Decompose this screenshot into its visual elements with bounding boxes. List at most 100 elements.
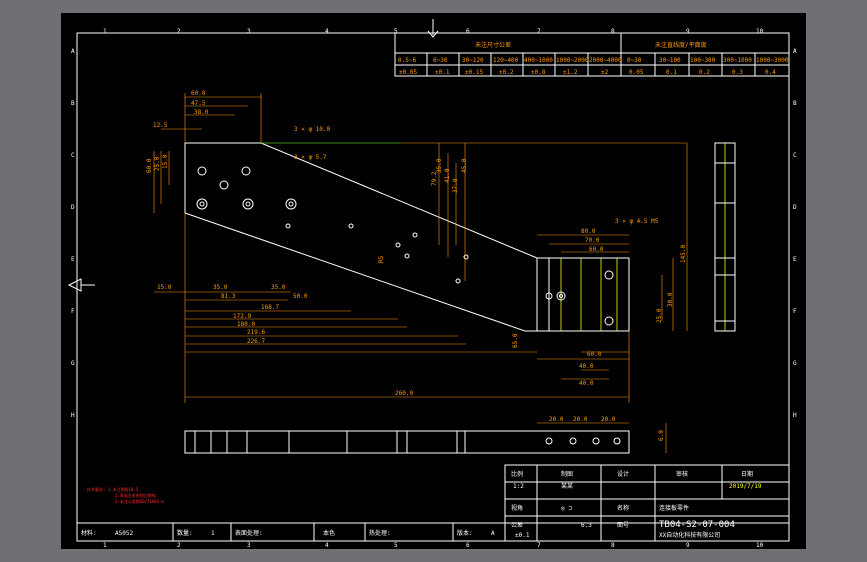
svg-text:60.0: 60.0	[146, 158, 153, 173]
svg-text:168.7: 168.7	[261, 304, 279, 311]
technical-notes: 技术要求: 1.未注倒角C0.5 2.表面去毛刺锐边倒钝 3.未注公差按GB/T…	[87, 486, 164, 504]
svg-text:38.0: 38.0	[194, 109, 209, 116]
svg-text:219.6: 219.6	[247, 329, 265, 336]
svg-text:B: B	[793, 100, 797, 107]
svg-text:F: F	[71, 308, 75, 315]
svg-text:10: 10	[756, 28, 764, 35]
svg-text:45.0: 45.0	[461, 158, 468, 173]
svg-text:±0.1: ±0.1	[435, 69, 450, 76]
svg-text:35.0: 35.0	[271, 284, 286, 291]
svg-text:1: 1	[103, 542, 107, 549]
svg-text:1000~3000: 1000~3000	[756, 57, 789, 64]
svg-text:15.0: 15.0	[157, 284, 172, 291]
svg-text:2019/7/19: 2019/7/19	[729, 483, 762, 490]
svg-text:172.9: 172.9	[233, 313, 251, 320]
svg-text:A: A	[491, 530, 495, 537]
hole-callout-3: 3 × φ 4.5 M5	[615, 218, 659, 225]
svg-text:±0.1: ±0.1	[515, 532, 530, 539]
svg-text:6.0: 6.0	[658, 430, 665, 441]
tol-linear-title: 未注尺寸公差	[475, 41, 511, 49]
svg-text:0~30: 0~30	[627, 57, 642, 64]
svg-text:制图: 制图	[561, 470, 573, 478]
svg-text:0.3: 0.3	[732, 69, 743, 76]
svg-text:0.05: 0.05	[629, 69, 644, 76]
svg-text:3: 3	[247, 542, 251, 549]
svg-text:100~300: 100~300	[690, 57, 716, 64]
svg-text:技术要求: 1.未注倒角C0.5: 技术要求: 1.未注倒角C0.5	[87, 486, 139, 492]
svg-text:8: 8	[611, 28, 615, 35]
svg-text:20.0: 20.0	[549, 416, 564, 423]
svg-text:1: 1	[211, 530, 215, 537]
svg-text:35.0: 35.0	[213, 284, 228, 291]
svg-text:65.0: 65.0	[512, 333, 519, 348]
cad-drawing: 1 2 3 4 5 6 7 8 9 10 1 2 3 4 5 6 7 8 9 1…	[67, 19, 797, 549]
svg-text:226.7: 226.7	[247, 338, 265, 345]
svg-text:70.0: 70.0	[585, 237, 600, 244]
svg-text:0.1: 0.1	[666, 69, 677, 76]
svg-text:1: 1	[103, 28, 107, 35]
svg-text:25.0: 25.0	[154, 156, 161, 171]
svg-text:3.未注公差按GB/T1804-m: 3.未注公差按GB/T1804-m	[115, 498, 164, 504]
svg-text:±0.2: ±0.2	[499, 69, 514, 76]
svg-text:120~400: 120~400	[493, 57, 519, 64]
svg-text:41.0: 41.0	[444, 168, 451, 183]
svg-text:连接板零件: 连接板零件	[659, 504, 689, 512]
svg-text:15.0: 15.0	[162, 154, 169, 169]
svg-text:视角: 视角	[511, 504, 523, 512]
svg-text:公差: 公差	[511, 521, 523, 529]
svg-text:H: H	[793, 412, 797, 419]
title-block: 比例 1:2 制图 某某 设计 审核 日期 2019/7/19 视角 名称 连接…	[77, 464, 790, 542]
svg-text:A5052: A5052	[115, 530, 133, 537]
svg-text:3: 3	[247, 28, 251, 35]
svg-text:9: 9	[686, 542, 690, 549]
drawing-canvas[interactable]: 1 2 3 4 5 6 7 8 9 10 1 2 3 4 5 6 7 8 9 1…	[61, 13, 806, 549]
svg-text:热处理:: 热处理:	[369, 529, 391, 537]
svg-text:±0.15: ±0.15	[465, 69, 483, 76]
grid-left-labels: A B C D E F G H A B C D E F G H	[71, 48, 797, 419]
svg-text:6.3: 6.3	[581, 522, 592, 529]
projection-symbol: ◎ ⊐	[561, 505, 572, 512]
svg-text:30.0: 30.0	[667, 292, 674, 307]
svg-text:1000~2000: 1000~2000	[556, 57, 589, 64]
svg-text:2.表面去毛刺锐边倒钝: 2.表面去毛刺锐边倒钝	[115, 492, 156, 498]
svg-text:G: G	[793, 360, 797, 367]
part-front-view	[184, 142, 630, 332]
hole-callout-2: 3 × φ 5.7	[294, 154, 327, 161]
svg-text:2: 2	[177, 542, 181, 549]
svg-text:±2: ±2	[601, 69, 609, 76]
svg-text:C: C	[793, 152, 797, 159]
svg-text:20.0: 20.0	[573, 416, 588, 423]
svg-text:A: A	[71, 48, 75, 55]
svg-text:6~30: 6~30	[433, 57, 448, 64]
svg-text:XX自动化科技有限公司: XX自动化科技有限公司	[659, 531, 720, 539]
svg-text:9: 9	[686, 28, 690, 35]
center-mark	[427, 19, 439, 38]
svg-text:±1.2: ±1.2	[563, 69, 578, 76]
svg-text:版本:: 版本:	[457, 529, 473, 537]
svg-text:35.0: 35.0	[436, 158, 443, 173]
svg-text:0.5~6: 0.5~6	[398, 57, 416, 64]
svg-text:47.5: 47.5	[191, 100, 206, 107]
svg-text:2000~4000: 2000~4000	[589, 57, 622, 64]
tolerance-table: 未注尺寸公差 未注直线度/平面度 0.5~6 6~30 30~120 120~4…	[394, 32, 790, 77]
svg-text:名称: 名称	[617, 504, 629, 512]
svg-text:6: 6	[466, 542, 470, 549]
hole-callout-1: 3 × φ 10.0	[294, 126, 331, 133]
svg-text:60.0: 60.0	[191, 90, 206, 97]
svg-text:0.2: 0.2	[699, 69, 710, 76]
part-bottom-view: 20.0 20.0 20.0 6.0	[184, 416, 667, 454]
svg-text:7: 7	[537, 28, 541, 35]
svg-text:145.0: 145.0	[680, 245, 687, 263]
svg-text:E: E	[793, 256, 797, 263]
svg-text:37.0: 37.0	[452, 178, 459, 193]
svg-text:设计: 设计	[617, 470, 629, 478]
svg-text:图号: 图号	[617, 522, 629, 529]
svg-text:C: C	[71, 152, 75, 159]
svg-text:40.0: 40.0	[579, 380, 594, 387]
svg-text:日期: 日期	[741, 470, 753, 478]
svg-text:10: 10	[756, 542, 764, 549]
dimension-labels: 60.0 47.5 38.0 12.5 3 × φ 10.0 3 × φ 5.7…	[146, 90, 687, 397]
svg-text:5: 5	[394, 542, 398, 549]
svg-text:30~100: 30~100	[659, 57, 681, 64]
svg-text:20.0: 20.0	[601, 416, 616, 423]
